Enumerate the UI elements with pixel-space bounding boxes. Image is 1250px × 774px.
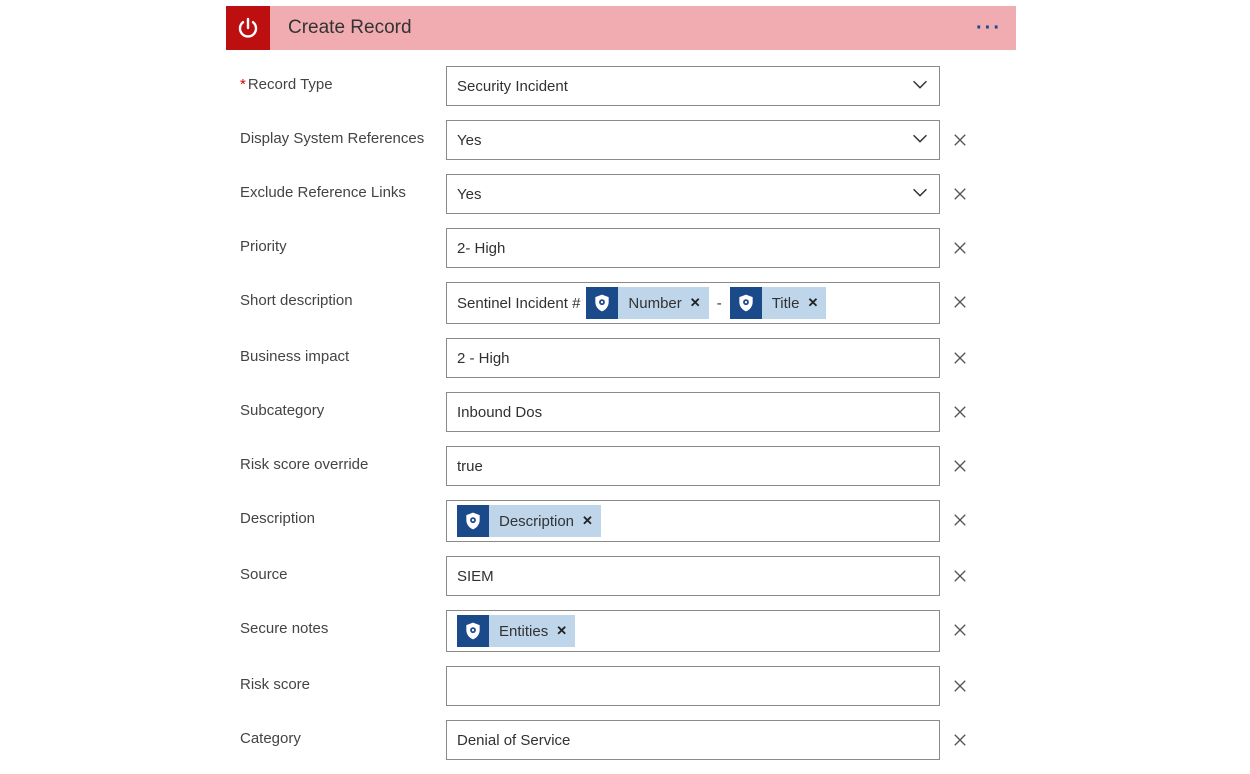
row-description: Description Description ✕ [226,500,1016,542]
clear-source[interactable] [946,562,974,590]
risk-score-input[interactable] [446,666,940,706]
label-exclude-links: Exclude Reference Links [240,174,446,203]
label-biz-impact: Business impact [240,338,446,367]
description-input[interactable]: Description ✕ [446,500,940,542]
form-body: *Record Type Security Incident Display S… [226,50,1016,760]
exclude-links-value: Yes [457,186,481,203]
row-record-type: *Record Type Security Incident [226,66,1016,106]
source-input[interactable]: SIEM [446,556,940,596]
row-short-desc: Short description Sentinel Incident # Nu… [226,282,1016,324]
power-icon [226,6,270,50]
token-number-label: Number [628,295,681,312]
risk-override-input[interactable]: true [446,446,940,486]
row-risk-override: Risk score override true [226,446,1016,486]
label-record-type: *Record Type [240,66,446,95]
short-desc-prefix: Sentinel Incident # [457,295,580,312]
label-subcategory: Subcategory [240,392,446,421]
row-subcategory: Subcategory Inbound Dos [226,392,1016,432]
label-short-desc: Short description [240,282,446,311]
biz-impact-input[interactable]: 2 - High [446,338,940,378]
token-entities-label: Entities [499,623,548,640]
more-button[interactable]: ··· [976,6,1002,50]
subcategory-input[interactable]: Inbound Dos [446,392,940,432]
required-marker: * [240,76,246,93]
row-secure-notes: Secure notes Entities ✕ [226,610,1016,652]
clear-category[interactable] [946,726,974,754]
category-input[interactable]: Denial of Service [446,720,940,760]
label-source: Source [240,556,446,585]
token-entities-remove[interactable]: ✕ [556,623,567,639]
clear-priority[interactable] [946,234,974,262]
sentinel-icon [730,287,762,319]
clear-subcategory[interactable] [946,398,974,426]
exclude-links-select[interactable]: Yes [446,174,940,214]
record-type-value: Security Incident [457,78,568,95]
category-value: Denial of Service [457,732,570,749]
subcategory-value: Inbound Dos [457,404,542,421]
clear-biz-impact[interactable] [946,344,974,372]
create-record-card: Create Record ··· *Record Type Security … [226,6,1016,774]
chevron-down-icon [909,127,931,153]
row-source: Source SIEM [226,556,1016,596]
row-display-refs: Display System References Yes [226,120,1016,160]
token-entities[interactable]: Entities ✕ [457,615,575,647]
chevron-down-icon [909,181,931,207]
clear-risk-override[interactable] [946,452,974,480]
row-exclude-links: Exclude Reference Links Yes [226,174,1016,214]
label-category: Category [240,720,446,749]
clear-description[interactable] [946,506,974,534]
token-title-label: Title [772,295,800,312]
secure-notes-input[interactable]: Entities ✕ [446,610,940,652]
token-title-remove[interactable]: ✕ [807,295,818,311]
source-value: SIEM [457,568,494,585]
token-title[interactable]: Title ✕ [730,287,827,319]
display-refs-value: Yes [457,132,481,149]
display-refs-select[interactable]: Yes [446,120,940,160]
token-description[interactable]: Description ✕ [457,505,601,537]
clear-secure-notes[interactable] [946,616,974,644]
sentinel-icon [457,505,489,537]
clear-short-desc[interactable] [946,288,974,316]
row-priority: Priority 2- High [226,228,1016,268]
clear-display-refs[interactable] [946,126,974,154]
risk-override-value: true [457,458,483,475]
sentinel-icon [457,615,489,647]
card-title: Create Record [288,17,412,39]
sentinel-icon [586,287,618,319]
label-display-refs: Display System References [240,120,446,149]
label-risk-override: Risk score override [240,446,446,475]
priority-value: 2- High [457,240,505,257]
clear-exclude-links[interactable] [946,180,974,208]
row-risk-score: Risk score [226,666,1016,706]
record-type-select[interactable]: Security Incident [446,66,940,106]
token-number[interactable]: Number ✕ [586,287,708,319]
label-description: Description [240,500,446,529]
label-secure-notes: Secure notes [240,610,446,639]
row-biz-impact: Business impact 2 - High [226,338,1016,378]
label-priority: Priority [240,228,446,257]
more-icon: ··· [976,17,1002,40]
biz-impact-value: 2 - High [457,350,510,367]
token-description-label: Description [499,513,574,530]
chevron-down-icon [909,73,931,99]
priority-input[interactable]: 2- High [446,228,940,268]
token-description-remove[interactable]: ✕ [582,513,593,529]
label-risk-score: Risk score [240,666,446,695]
clear-risk-score[interactable] [946,672,974,700]
card-header: Create Record ··· [226,6,1016,50]
token-number-remove[interactable]: ✕ [690,295,701,311]
short-desc-input[interactable]: Sentinel Incident # Number ✕ - [446,282,940,324]
token-separator: - [715,295,724,312]
row-category: Category Denial of Service [226,720,1016,760]
